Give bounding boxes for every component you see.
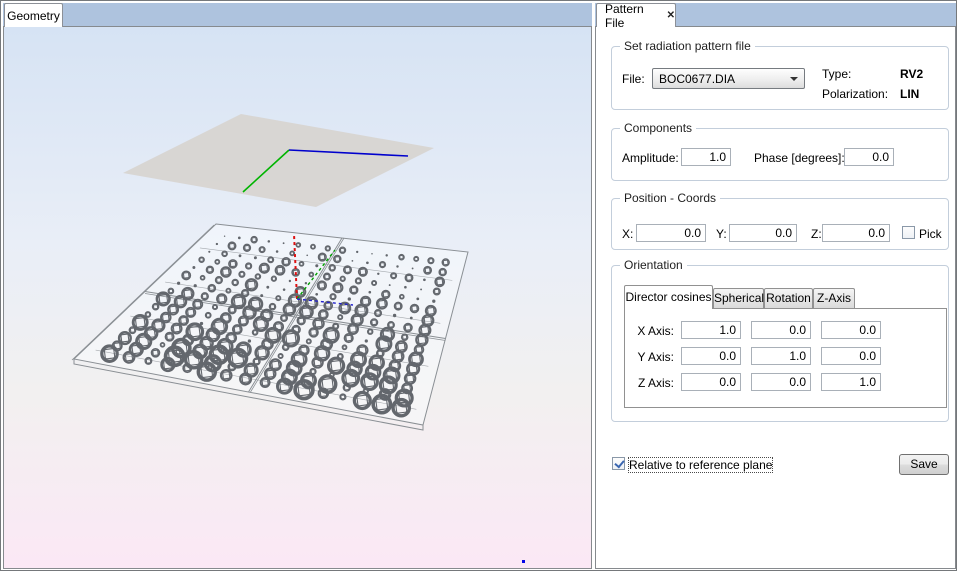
geometry-scene[interactable] [4,27,591,568]
x-axis-input-3[interactable] [821,321,881,339]
file-dropdown-value: BOC0677.DIA [659,72,735,86]
y-input[interactable] [729,224,797,242]
x-axis-label: X Axis: [628,324,674,338]
y-axis-input-2[interactable] [751,347,811,365]
polarization-label: Polarization: [822,87,888,101]
z-label: Z: [811,227,822,241]
y-axis-input-1[interactable] [681,347,741,365]
x-input[interactable] [636,224,706,242]
save-button[interactable]: Save [899,454,949,475]
polarization-value: LIN [900,87,919,101]
pick-label[interactable]: Pick [919,227,942,241]
amplitude-input[interactable] [681,148,731,166]
tab-label: Rotation [766,291,811,305]
tab-rotation[interactable]: Rotation [764,288,813,309]
phase-label: Phase [degrees]: [754,151,845,165]
tab-label: Director cosines [625,290,711,304]
relative-to-reference-plane-checkbox[interactable] [612,457,625,470]
x-label: X: [622,227,633,241]
y-axis-label: Y Axis: [628,350,674,364]
file-label: File: [622,72,645,86]
y-label: Y: [716,227,727,241]
amplitude-label: Amplitude: [622,151,679,165]
left-tab-strip [3,3,592,26]
x-axis-input-1[interactable] [681,321,741,339]
tab-label: Spherical [714,291,764,305]
group-title: Orientation [620,258,687,272]
y-axis-input-3[interactable] [821,347,881,365]
z-axis-input-3[interactable] [821,373,881,391]
application-window: Geometry Pattern File ✕ Set radiation pa… [0,0,957,571]
phase-input[interactable] [844,148,894,166]
tab-spherical[interactable]: Spherical [713,288,764,309]
x-axis-input-2[interactable] [751,321,811,339]
group-title: Set radiation pattern file [620,39,755,53]
pick-checkbox[interactable] [902,226,915,239]
z-input[interactable] [822,224,890,242]
close-tab-icon[interactable]: ✕ [667,10,675,21]
z-axis-input-1[interactable] [681,373,741,391]
file-dropdown[interactable]: BOC0677.DIA [652,68,805,89]
z-axis-input-2[interactable] [751,373,811,391]
relative-to-reference-plane-label[interactable]: Relative to reference plane [629,458,772,472]
type-label: Type: [822,67,851,81]
group-title: Position - Coords [620,191,720,205]
tab-geometry[interactable]: Geometry [4,3,63,27]
z-axis-label: Z Axis: [628,376,674,390]
tab-geometry-label: Geometry [7,9,60,23]
tab-director-cosines[interactable]: Director cosines [624,285,713,309]
pattern-file-panel: Set radiation pattern file File: BOC0677… [595,26,956,569]
tab-label: Z-Axis [817,291,851,305]
type-value: RV2 [900,67,923,81]
tab-pattern-file[interactable]: Pattern File ✕ [596,3,676,27]
tab-pattern-file-label: Pattern File [605,2,658,30]
chevron-down-icon [790,77,798,81]
geometry-viewport[interactable] [3,26,592,569]
tab-z-axis[interactable]: Z-Axis [813,288,855,309]
group-title: Components [620,121,696,135]
